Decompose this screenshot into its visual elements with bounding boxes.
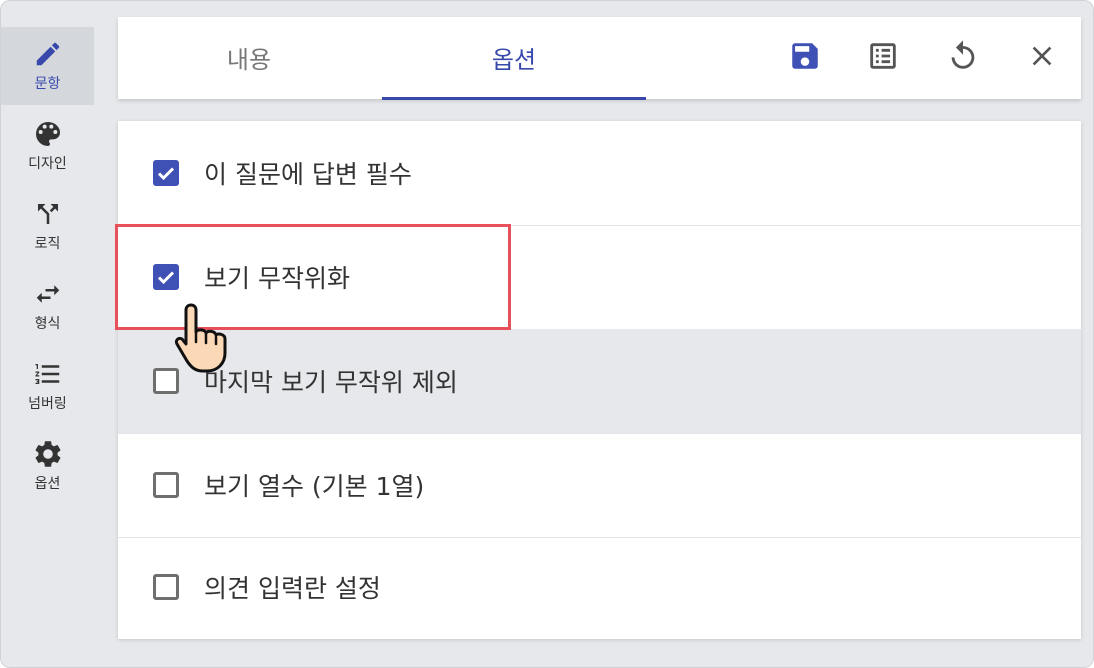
checkbox-checked[interactable]	[153, 264, 179, 290]
sidebar-item-label: 문항	[34, 76, 61, 92]
sidebar-item-numbering[interactable]: 넘버링	[1, 347, 94, 425]
tab-content[interactable]: 내용	[154, 17, 344, 97]
numbered-list-icon	[31, 357, 65, 391]
option-required[interactable]: 이 질문에 답변 필수	[118, 121, 1081, 226]
sidebar-item-logic[interactable]: 로직	[1, 187, 94, 265]
refresh-icon	[946, 39, 980, 77]
sidebar-item-label: 형식	[34, 316, 61, 332]
checkbox-unchecked[interactable]	[153, 472, 179, 498]
branch-icon	[31, 197, 65, 231]
tab-bar: 내용 옵션	[118, 17, 1081, 100]
option-label: 이 질문에 답변 필수	[204, 160, 412, 189]
option-label: 보기 무작위화	[204, 264, 350, 293]
tab-options[interactable]: 옵션	[382, 17, 646, 100]
option-columns[interactable]: 보기 열수 (기본 1열)	[118, 433, 1081, 538]
sidebar-item-label: 넘버링	[28, 396, 67, 412]
sidebar-item-design[interactable]: 디자인	[1, 107, 94, 185]
main-area: 내용 옵션 이 질문에 답변 필수 보기 무작위화 마지막 보기 무작위 제외 …	[94, 1, 1093, 667]
checkbox-unchecked[interactable]	[153, 574, 179, 600]
list-view-button[interactable]	[864, 39, 902, 77]
checkbox-unchecked[interactable]	[153, 368, 179, 394]
sidebar-item-format[interactable]: 형식	[1, 267, 94, 345]
reset-button[interactable]	[944, 39, 982, 77]
palette-icon	[31, 117, 65, 151]
sidebar-item-options[interactable]: 옵션	[1, 427, 94, 505]
close-button[interactable]	[1023, 39, 1061, 77]
checkbox-checked[interactable]	[153, 160, 179, 186]
option-randomize[interactable]: 보기 무작위화	[118, 225, 1081, 330]
sidebar: 문항 디자인 로직 형식 넘버링 옵션	[1, 1, 94, 667]
app-window: 문항 디자인 로직 형식 넘버링 옵션 내용 옵션 이 질문에 답변 필수 보기…	[0, 0, 1094, 668]
gear-icon	[31, 437, 65, 471]
sidebar-item-label: 로직	[34, 236, 61, 252]
sidebar-item-question[interactable]: 문항	[1, 27, 94, 105]
option-comment-field[interactable]: 의견 입력란 설정	[118, 535, 1081, 639]
save-button[interactable]	[786, 39, 824, 77]
close-icon	[1026, 40, 1058, 76]
list-icon	[866, 39, 900, 77]
pencil-icon	[31, 37, 65, 71]
save-icon	[788, 39, 822, 77]
sidebar-item-label: 옵션	[34, 476, 61, 492]
sidebar-item-label: 디자인	[28, 156, 67, 172]
option-label: 마지막 보기 무작위 제외	[204, 368, 458, 397]
option-label: 의견 입력란 설정	[204, 574, 381, 603]
option-exclude-last[interactable]: 마지막 보기 무작위 제외	[118, 329, 1081, 434]
swap-icon	[31, 277, 65, 311]
option-label: 보기 열수 (기본 1열)	[204, 472, 425, 501]
options-panel: 이 질문에 답변 필수 보기 무작위화 마지막 보기 무작위 제외 보기 열수 …	[118, 121, 1081, 639]
